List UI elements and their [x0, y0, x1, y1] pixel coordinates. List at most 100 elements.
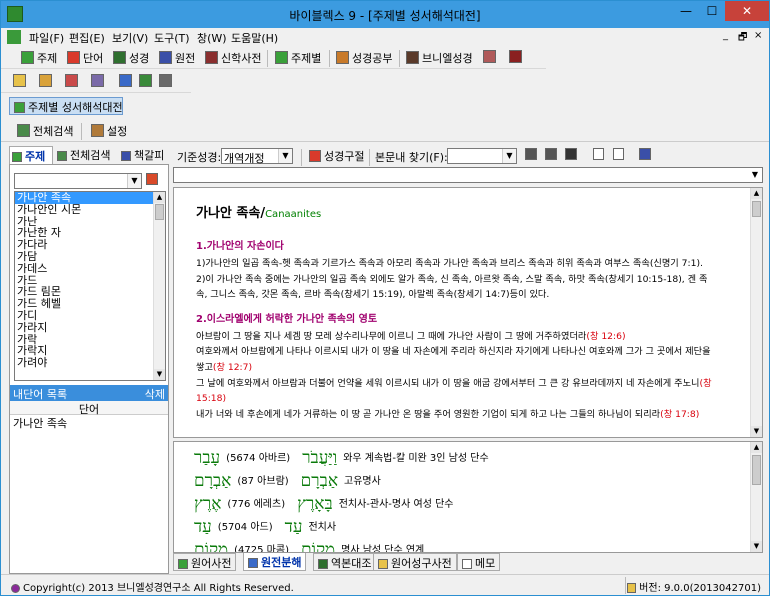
analysis-scrollbar[interactable]: ▲ ▼: [750, 442, 762, 552]
toolbar-theology-dict-button[interactable]: 신학사전: [205, 50, 261, 67]
gear-icon: [159, 74, 172, 87]
my-words-column-header[interactable]: 단어: [10, 401, 168, 416]
close-button[interactable]: ✕: [725, 1, 769, 21]
list-item[interactable]: 가드 헤벨: [15, 298, 165, 310]
toolbar-original-button[interactable]: 원전: [159, 50, 195, 67]
menu-edit[interactable]: 편집(E): [69, 30, 105, 46]
article-scrollbar[interactable]: ▲ ▼: [750, 188, 762, 437]
scroll-down-icon[interactable]: ▼: [154, 369, 165, 380]
chevron-down-icon[interactable]: ▼: [502, 149, 516, 163]
page-next-button[interactable]: [613, 148, 627, 165]
menu-window[interactable]: 창(W): [197, 30, 227, 46]
toolbar-topic-button[interactable]: 주제: [21, 50, 57, 67]
chevron-down-icon[interactable]: ▼: [127, 174, 141, 188]
analysis-row[interactable]: עַד (5704 아드) עַד 전치사: [194, 517, 342, 539]
tab-topic-label: 주제: [25, 150, 46, 163]
find-all-button[interactable]: [565, 148, 580, 165]
main-toolbar: 주제 단어 성경 원전 신학사전 주제별 성경공부 브니엘성경: [1, 47, 546, 69]
list-item[interactable]: 가나안 족속: [13, 415, 168, 431]
scroll-up-icon[interactable]: ▲: [751, 442, 762, 453]
mdi-document-tab[interactable]: 주제별 성서해석대전: [9, 97, 123, 115]
mdi-close-button[interactable]: ×: [754, 30, 762, 41]
search-all-button[interactable]: 전체검색: [17, 123, 73, 140]
tab-version-compare[interactable]: 역본대조: [313, 553, 377, 571]
maximize-button[interactable]: ☐: [699, 1, 725, 21]
settings-button[interactable]: 설정: [91, 123, 127, 140]
content-toolbar: 기준성경: 개역개정 ▼ 성경구절 본문내 찾기(F): ▼: [173, 146, 765, 166]
scroll-thumb[interactable]: [752, 201, 761, 217]
reload-button[interactable]: [39, 74, 55, 91]
bookmark-add-icon: [639, 148, 651, 160]
verse-reference-link[interactable]: (창 12:6): [586, 331, 625, 342]
topic-path-combo[interactable]: ▼: [173, 167, 763, 183]
menu-help[interactable]: 도움말(H): [231, 30, 278, 46]
verse-button[interactable]: 성경구절: [309, 148, 364, 165]
toolbar-bible-button[interactable]: 성경: [113, 50, 149, 67]
toolbar-by-topic-label: 주제별: [291, 52, 322, 65]
scroll-thumb[interactable]: [752, 455, 761, 485]
menu-file[interactable]: 파일(F): [29, 30, 64, 46]
analysis-row[interactable]: אַבְרָם (87 아브람) אַבְרָם 고유명사: [194, 471, 387, 493]
analysis-row[interactable]: עָבַר (5674 아바르) וַיַּעֲבֹר 와우 계속법-칼 미완 3인 …: [194, 448, 495, 470]
chevron-down-icon[interactable]: ▼: [278, 149, 292, 163]
toolbar-peniel-bible-button[interactable]: 브니엘성경: [406, 50, 473, 67]
copyright-label: Copyright(c) 2013 브니엘성경연구소 All Rights Re…: [23, 583, 294, 594]
word-icon: [67, 51, 80, 64]
tab-topic[interactable]: 주제: [9, 146, 53, 164]
find-prev-button[interactable]: [525, 148, 540, 165]
find-in-text-input[interactable]: ▼: [447, 148, 517, 164]
base-bible-select[interactable]: 개역개정 ▼: [221, 148, 293, 165]
mdi-minimize-button[interactable]: _: [723, 30, 728, 41]
list-item[interactable]: 가담: [15, 251, 165, 263]
hebrew-inflected: בָּאָרֶץ: [297, 494, 333, 514]
list-item[interactable]: 가려야: [15, 357, 165, 369]
menu-tools[interactable]: 도구(T): [154, 30, 190, 46]
paragraph-text: 1)가나안의 일곱 족속-헷 족속과 기르가스 족속과 아모리 족속과 가나안 …: [196, 258, 703, 269]
verse-reference-link[interactable]: (창 17:8): [660, 409, 699, 420]
menu-view[interactable]: 보기(V): [112, 30, 148, 46]
list-item[interactable]: 가데스: [15, 262, 165, 275]
find-next-button[interactable]: [545, 148, 560, 165]
analysis-row[interactable]: אֶרֶץ (776 에레츠) בָּאָרֶץ 전치사-관사-명사 여성 단수: [194, 494, 459, 516]
hebrew-lemma: עַד: [194, 517, 212, 537]
verse-reference-link[interactable]: (창 12:7): [213, 362, 252, 373]
settings-gear-button[interactable]: [159, 74, 175, 91]
tab-memo[interactable]: 메모: [457, 553, 501, 571]
note-button[interactable]: [65, 74, 81, 91]
list-item[interactable]: 가다라: [15, 239, 165, 251]
bookmark-add-button[interactable]: [639, 148, 654, 165]
toolbar-exit-button[interactable]: [509, 50, 525, 67]
tab-original-dictionary[interactable]: 원어사전: [173, 553, 237, 571]
search-go-button[interactable]: [146, 173, 161, 190]
chevron-down-icon[interactable]: ▼: [748, 168, 762, 182]
toolbar-word-button[interactable]: 단어: [67, 50, 103, 67]
topic-list-scrollbar[interactable]: ▲ ▼: [153, 192, 165, 380]
hebrew-lemma: אַבְרָם: [194, 471, 232, 491]
scroll-down-icon[interactable]: ▼: [751, 426, 762, 437]
copy-button[interactable]: [91, 74, 107, 91]
toolbar-bible-study-button[interactable]: 성경공부: [336, 50, 392, 67]
scroll-up-icon[interactable]: ▲: [154, 192, 165, 203]
scroll-down-icon[interactable]: ▼: [751, 541, 762, 552]
toolbar-print-button[interactable]: [483, 50, 499, 67]
scroll-up-icon[interactable]: ▲: [751, 188, 762, 199]
bottom-tabs: 원어사전 원전분해 역본대조 원어성구사전 메모: [173, 553, 765, 571]
tab-search-all[interactable]: 전체검색: [55, 146, 112, 164]
list-item[interactable]: 가라지: [15, 321, 165, 334]
analysis-row[interactable]: מָקוֹם (4725 마콤) מְקוֹם 명사 남성 단수 연계: [194, 540, 430, 552]
tab-original-concordance[interactable]: 원어성구사전: [373, 553, 457, 571]
list-item[interactable]: 가나안인 시몬: [15, 203, 165, 216]
topic-search-combo[interactable]: ▼: [14, 173, 142, 189]
folder-button[interactable]: [13, 74, 29, 91]
list-item[interactable]: 가디: [15, 310, 165, 322]
tab-original-analysis[interactable]: 원전분해: [243, 553, 307, 571]
toolbar-by-topic-button[interactable]: 주제별: [275, 50, 321, 67]
page-prev-button[interactable]: [593, 148, 607, 165]
scroll-thumb[interactable]: [155, 204, 164, 220]
delete-button[interactable]: 삭제: [145, 386, 165, 402]
minimize-button[interactable]: —: [673, 1, 699, 21]
mdi-restore-button[interactable]: 🗗: [738, 30, 747, 47]
info-button[interactable]: [139, 74, 155, 91]
tab-bookmark[interactable]: 책갈피: [119, 146, 166, 164]
help-button[interactable]: [119, 74, 135, 91]
